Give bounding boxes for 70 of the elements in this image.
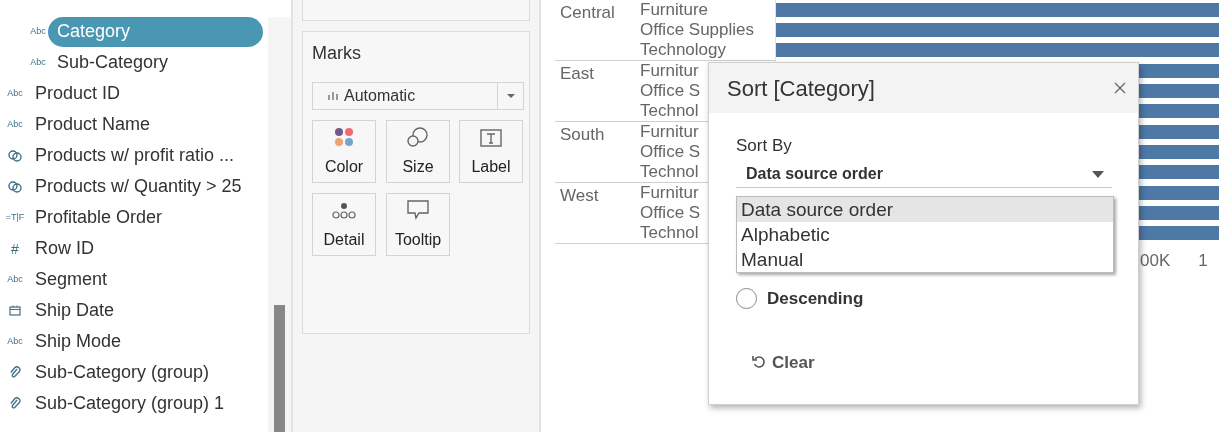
text-box-icon (480, 129, 502, 147)
field-item[interactable]: Ship Date (35, 297, 115, 324)
mark-card-button[interactable]: Detail (312, 193, 376, 256)
paperclip-icon (9, 396, 21, 411)
region-label: Central (559, 2, 616, 24)
dots-hierarchy-icon (332, 202, 356, 220)
field-type-icon: Abc (7, 120, 23, 129)
linked-circles-icon (8, 180, 22, 193)
mark-card-button[interactable]: Color (312, 120, 376, 183)
category-label: Furniture (640, 0, 710, 20)
field-item[interactable]: Products w/ Quantity > 25 (35, 173, 242, 200)
four-dots-icon (334, 127, 354, 147)
field-item[interactable]: Profitable Order (35, 204, 163, 231)
field-type-icon: Abc (7, 275, 23, 284)
field-item[interactable]: Product Name (35, 111, 151, 138)
field-item[interactable]: Product ID (35, 80, 121, 107)
category-label: Office S (640, 142, 701, 162)
category-label: Technol (640, 101, 700, 121)
field-type-icon: # (11, 241, 19, 256)
category-label: Technol (640, 162, 700, 182)
field-item[interactable]: Sub-Category (group) 1 (35, 390, 225, 417)
undo-icon (752, 355, 766, 370)
region-label: East (559, 63, 596, 85)
region-label: South (559, 124, 606, 146)
close-icon[interactable] (1114, 82, 1126, 94)
field-type-icon: =T|F (5, 213, 25, 222)
radio-button[interactable] (736, 288, 757, 310)
mark-card-button[interactable]: Label (459, 120, 523, 183)
field-item[interactable]: Products w/ profit ratio ... (35, 142, 235, 169)
dropdown-option[interactable]: Alphabetic (737, 222, 1113, 247)
field-label: Sort By (736, 135, 792, 157)
mark-card-button[interactable]: Size (386, 120, 450, 183)
category-label: Furnitur (640, 183, 700, 203)
category-label: Technol (640, 223, 700, 243)
overlapping-circles-icon (407, 127, 429, 147)
sort-by-select[interactable]: Data source order (736, 161, 1112, 188)
mark-type-dropdown[interactable]: Automatic (312, 82, 524, 110)
caret-down-icon (1092, 170, 1104, 178)
category-label: Furnitur (640, 122, 700, 142)
paperclip-icon (9, 365, 21, 380)
axis-label: 00K (1140, 250, 1171, 272)
mark-card-button[interactable]: Tooltip (386, 193, 450, 256)
dropdown-option[interactable]: Manual (737, 247, 1113, 272)
category-label: Office S (640, 81, 701, 101)
calendar-icon (9, 305, 21, 316)
caret-down-icon (506, 94, 515, 98)
bar-chart-icon (328, 92, 338, 100)
category-label: Furnitur (640, 61, 700, 81)
field-item[interactable]: Segment (35, 266, 108, 293)
region-label: West (559, 185, 600, 207)
field-item[interactable]: Sub-Category (group) (35, 359, 210, 386)
scrollbar-thumb[interactable] (274, 305, 285, 432)
field-item[interactable]: Row ID (35, 235, 94, 262)
field-item[interactable]: Ship Mode (35, 328, 122, 355)
linked-circles-icon (8, 149, 22, 162)
card-title: Marks (312, 42, 362, 64)
dropdown-option[interactable]: Data source order (737, 197, 1113, 222)
field-type-icon: Abc (7, 89, 23, 98)
field-type-icon: Abc (30, 27, 46, 36)
speech-bubble-icon (407, 200, 429, 220)
category-label: Office Supplies (640, 20, 755, 40)
category-label: Technology (640, 40, 727, 60)
clear-button[interactable]: Clear (752, 349, 815, 375)
axis-label: 1 (1198, 250, 1208, 272)
field-item[interactable]: Sub-Category (48, 47, 263, 78)
field-type-icon: Abc (30, 58, 46, 67)
dialog-title: Sort [Category] (727, 74, 875, 103)
category-label: Office S (640, 203, 701, 223)
radio-label: Descending (767, 288, 864, 310)
field-type-icon: Abc (7, 337, 23, 346)
